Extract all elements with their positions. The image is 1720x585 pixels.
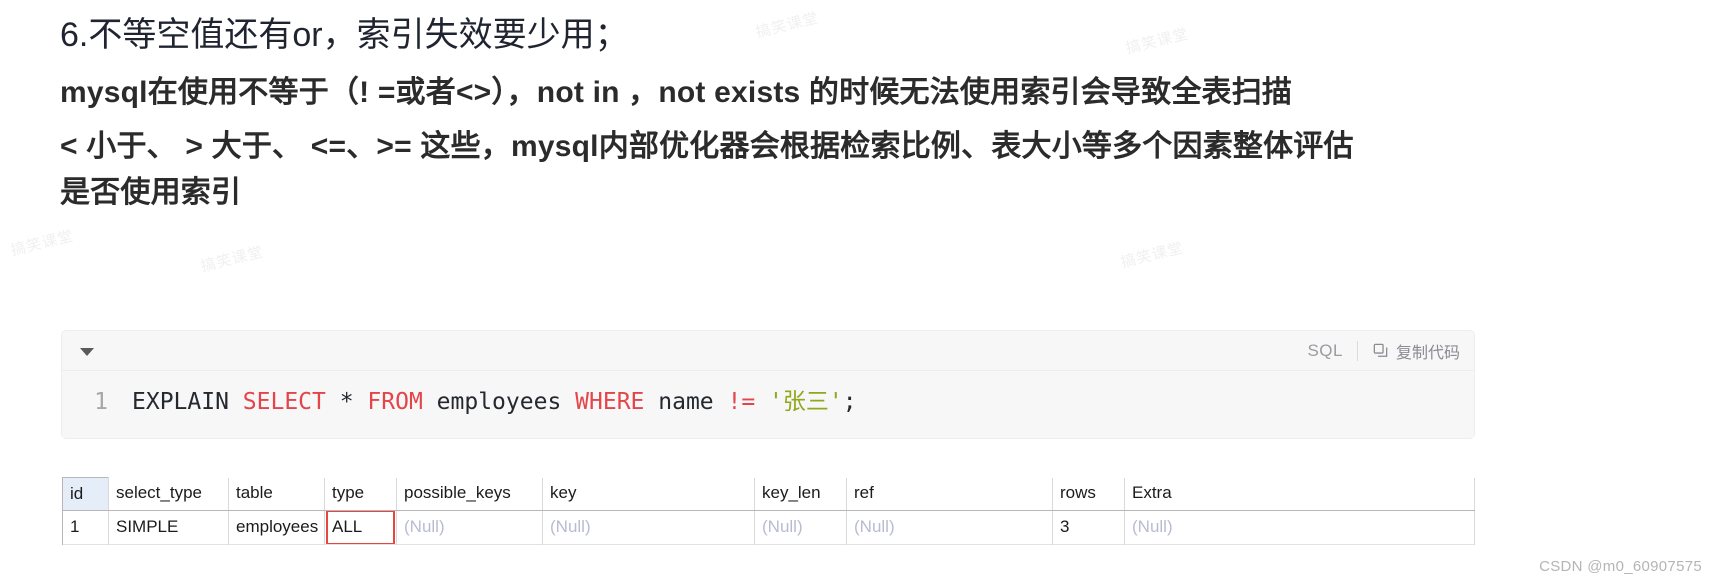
code-token-plain: ; [842, 389, 857, 415]
column-header-key_len[interactable]: key_len [754, 477, 847, 511]
cell-rows[interactable]: 3 [1052, 510, 1125, 545]
column-header-extra[interactable]: Extra [1124, 477, 1475, 511]
paragraph-line-3: 是否使用索引 [60, 176, 242, 209]
copy-code-button[interactable]: 复制代码 [1358, 339, 1460, 363]
column-header-select_type[interactable]: select_type [108, 477, 229, 511]
triangle-down-icon[interactable] [80, 347, 94, 356]
cell-key_len[interactable]: (Null) [754, 510, 847, 545]
code-token-plain: * [339, 389, 368, 415]
code-token-keyword: SELECT [242, 389, 340, 415]
copy-code-label: 复制代码 [1395, 344, 1460, 362]
column-header-type[interactable]: type [324, 477, 397, 511]
table-row[interactable]: 1 SIMPLE employees ALL (Null) (Null) (Null) (Nu… [62, 510, 1475, 545]
code-token-operator: != [727, 389, 770, 415]
copy-icon [1372, 342, 1389, 359]
cell-select_type[interactable]: SIMPLE [108, 510, 229, 545]
null-value: (Null) [1132, 517, 1173, 536]
column-header-rows[interactable]: rows [1052, 477, 1125, 511]
table-body: 1 SIMPLE employees ALL (Null) (Null) (Null) (Nu… [62, 510, 1475, 545]
null-value: (Null) [550, 517, 591, 536]
code-statement: EXPLAIN SELECT * FROM employees WHERE na… [132, 387, 857, 418]
cell-table[interactable]: employees [228, 510, 325, 545]
cell-ref[interactable]: (Null) [846, 510, 1053, 545]
cell-possible_keys[interactable]: (Null) [396, 510, 543, 545]
null-value: (Null) [404, 517, 445, 536]
code-token-plain: name [658, 389, 728, 415]
code-token-string: '张三' [769, 389, 843, 415]
csdn-credit: CSDN @m0_60907575 [1539, 558, 1702, 575]
code-token-plain: employees [436, 389, 576, 415]
cell-key[interactable]: (Null) [542, 510, 755, 545]
code-toolbar: SQL 复制代码 [62, 331, 1474, 371]
article-text: 6.不等空值还有or，索引失效要少用； mysql在使用不等于（! =或者<>）… [60, 0, 1680, 208]
highlight-box [326, 510, 395, 545]
cell-id[interactable]: 1 [62, 510, 109, 545]
code-token-keyword: FROM [367, 389, 437, 415]
watermark-text: 搞笑课堂 [1119, 239, 1186, 272]
code-language-label: SQL [1307, 340, 1343, 360]
paragraph-line-1: mysql在使用不等于（! =或者<>），not in ，not exists … [60, 76, 1293, 109]
code-content[interactable]: 1 EXPLAIN SELECT * FROM employees WHERE … [62, 371, 1474, 439]
code-line: 1 EXPLAIN SELECT * FROM employees WHERE … [62, 387, 1474, 418]
table-header-row: id select_type table type possible_keys key ke… [62, 477, 1475, 511]
null-value: (Null) [762, 517, 803, 536]
explain-result-grid: id select_type table type possible_keys key ke… [62, 477, 1475, 545]
section-heading: 6.不等空值还有or，索引失效要少用； [60, 16, 629, 54]
code-token-plain: EXPLAIN [132, 389, 243, 415]
column-header-possible_keys[interactable]: possible_keys [396, 477, 543, 511]
code-block: SQL 复制代码 1 EXPLAIN SELECT * FROM employe… [62, 331, 1474, 439]
watermark-text: 搞笑课堂 [199, 243, 266, 276]
column-header-id[interactable]: id [62, 477, 109, 511]
line-number: 1 [94, 389, 108, 415]
paragraph-line-2: < 小于、 > 大于、 <=、>= 这些，mysql内部优化器会根据检索比例、表… [60, 130, 1354, 163]
cell-extra[interactable]: (Null) [1124, 510, 1475, 545]
code-token-keyword: WHERE [575, 389, 659, 415]
column-header-key[interactable]: key [542, 477, 755, 511]
cell-type[interactable]: ALL [324, 510, 397, 545]
column-header-table[interactable]: table [228, 477, 325, 511]
column-header-ref[interactable]: ref [846, 477, 1053, 511]
watermark-text: 搞笑课堂 [9, 227, 76, 260]
null-value: (Null) [854, 517, 895, 536]
code-toolbar-actions: SQL 复制代码 [1307, 339, 1460, 363]
